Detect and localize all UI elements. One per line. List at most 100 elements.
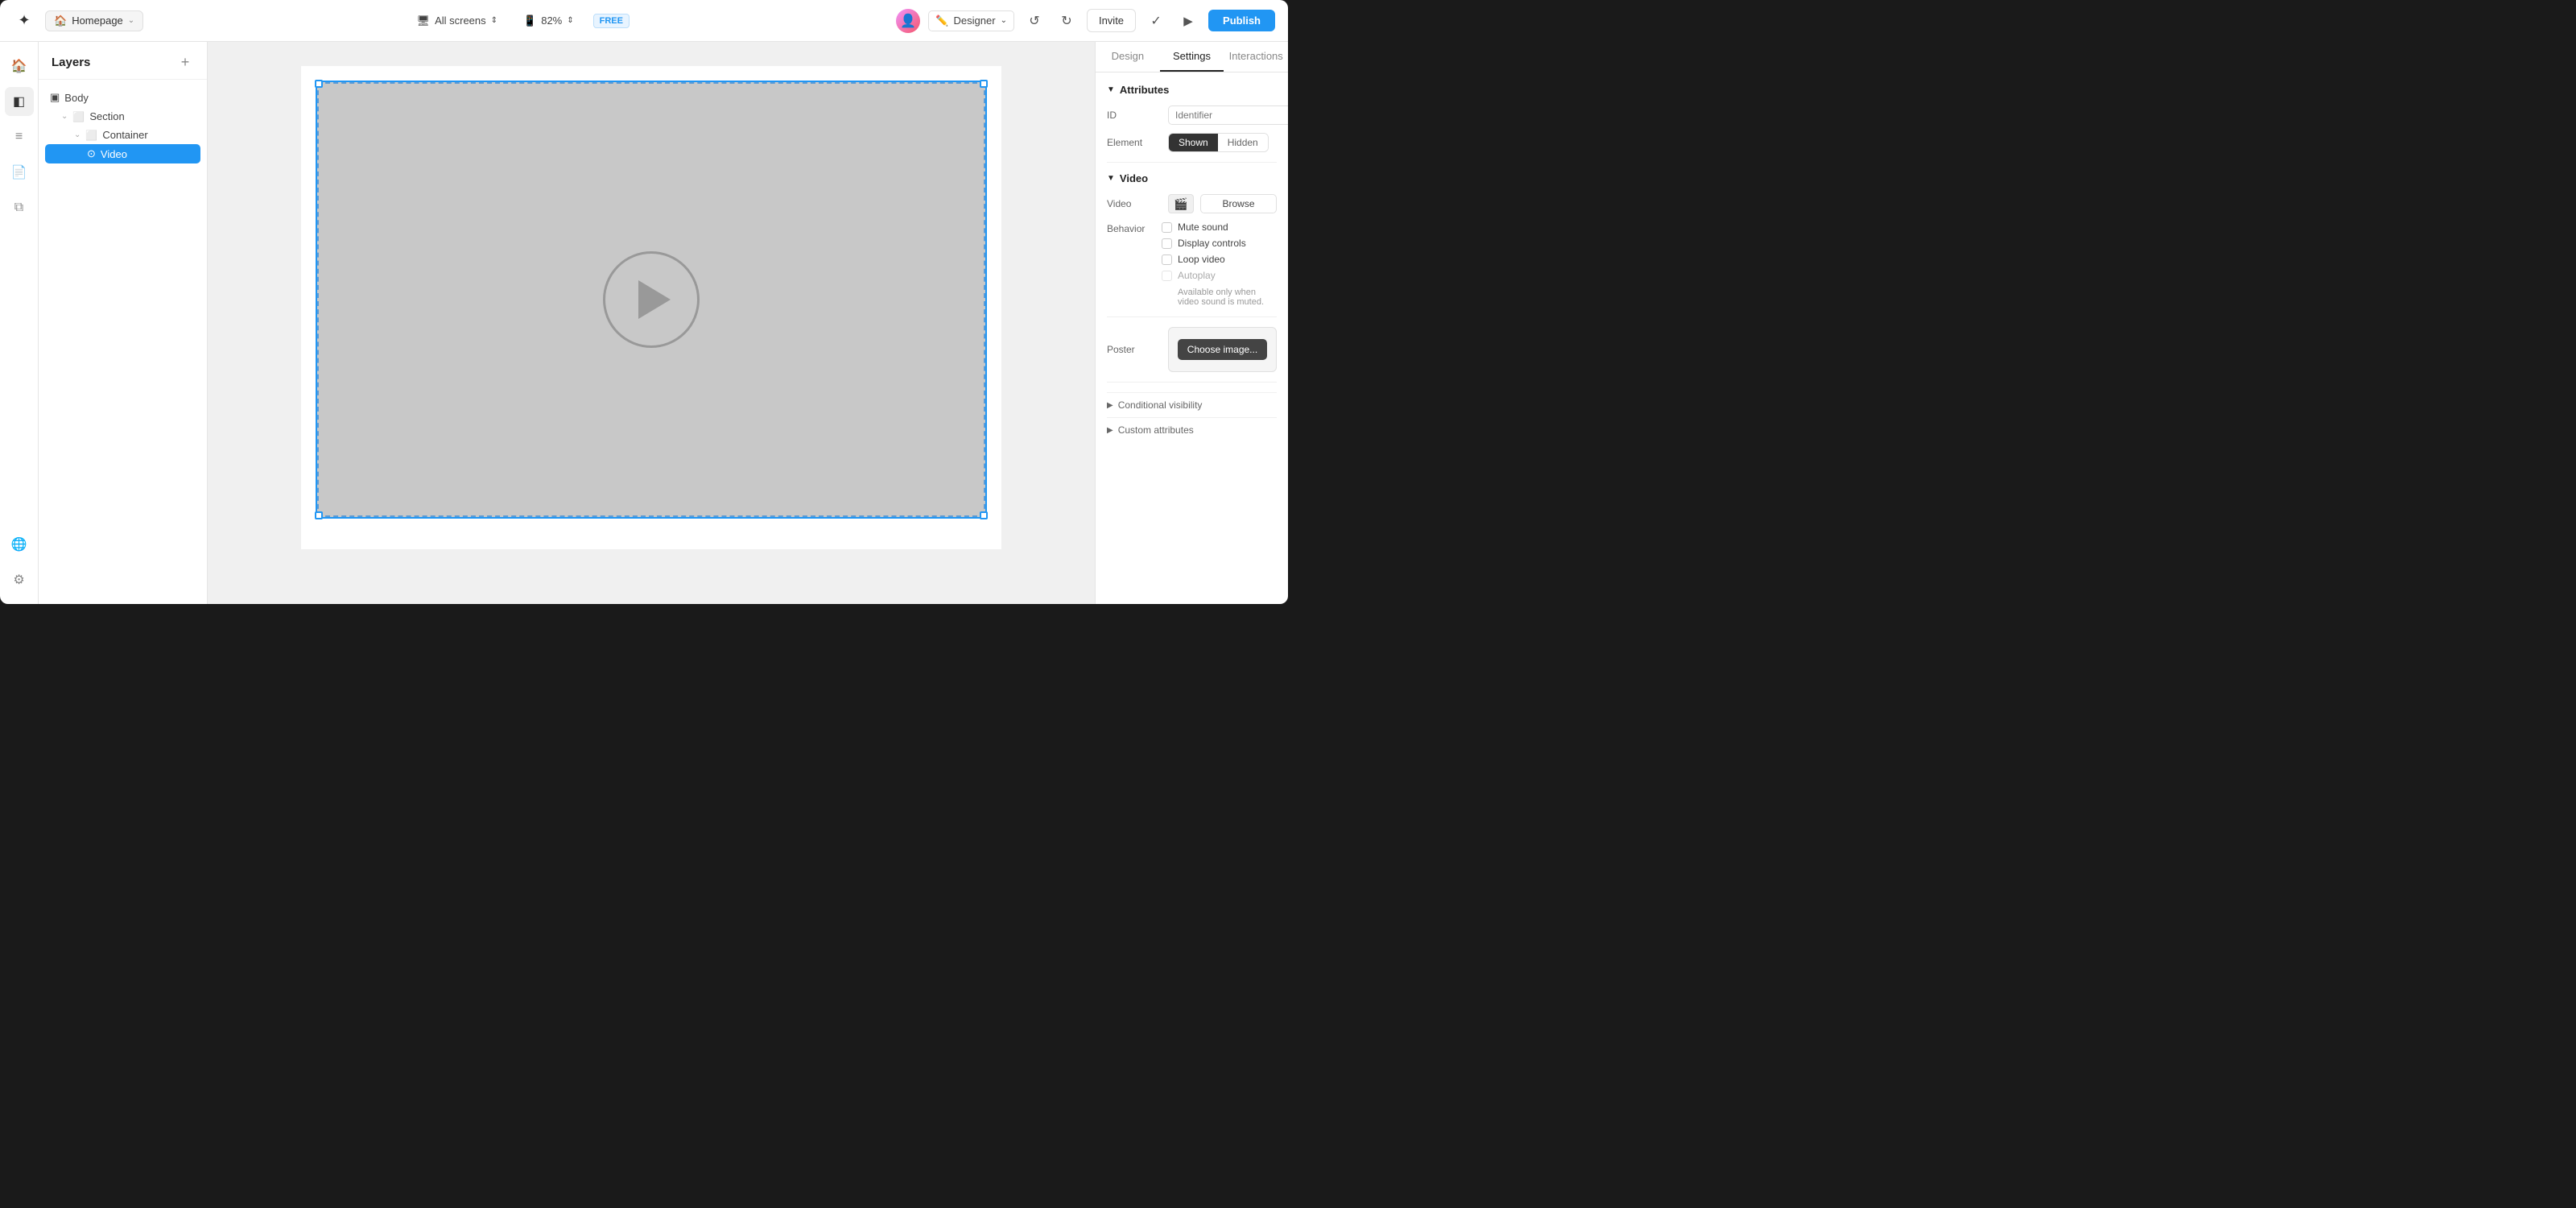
custom-attributes-section[interactable]: ▶ Custom attributes <box>1107 417 1277 442</box>
resize-handle-tr[interactable] <box>980 80 988 88</box>
choose-image-button[interactable]: Choose image... <box>1178 339 1267 360</box>
video-browse-row: Video 🎬 Browse <box>1107 194 1277 213</box>
autoplay-label: Autoplay <box>1178 270 1216 281</box>
zoom-label: 82% <box>541 14 562 27</box>
divider-2 <box>1107 316 1277 317</box>
browse-button[interactable]: Browse <box>1200 194 1277 213</box>
shown-toggle[interactable]: Shown <box>1169 134 1218 151</box>
free-badge: FREE <box>593 14 630 28</box>
tree-label-video: Video <box>101 148 127 160</box>
tree-item-video[interactable]: ⊙ Video <box>45 144 200 163</box>
loop-video-row: Loop video <box>1162 254 1277 265</box>
designer-label: Designer <box>954 14 996 27</box>
behavior-label: Behavior <box>1107 221 1162 234</box>
sidebar-item-global[interactable]: 🌐 <box>5 530 34 559</box>
tab-settings[interactable]: Settings <box>1160 42 1224 72</box>
loop-video-label: Loop video <box>1178 254 1225 265</box>
preview-play-button[interactable]: ▶ <box>1176 9 1200 33</box>
resize-handle-bl[interactable] <box>315 511 323 519</box>
canvas-area[interactable] <box>208 42 1095 604</box>
loop-video-checkbox[interactable] <box>1162 254 1172 265</box>
hidden-toggle[interactable]: Hidden <box>1218 134 1268 151</box>
sidebar-item-assets[interactable]: 📄 <box>5 158 34 187</box>
divider-1 <box>1107 162 1277 163</box>
add-layer-button[interactable]: + <box>176 53 194 71</box>
tree-item-container[interactable]: ⌄ ⬜ Container <box>45 126 200 144</box>
resize-handle-br[interactable] <box>980 511 988 519</box>
video-section-chevron-icon: ▼ <box>1107 174 1115 183</box>
mute-sound-label: Mute sound <box>1178 221 1228 233</box>
layers-tree: ▣ Body ⌄ ⬜ Section ⌄ ⬜ Container ⊙ Video <box>39 80 207 172</box>
caret-right-icon: ▶ <box>1107 426 1113 435</box>
topbar: ✦ 🏠 Homepage ⌄ 🖥 All screens ⇕ 📱 82% ⇕ F… <box>0 0 1288 42</box>
zoom-selector[interactable]: 📱 82% ⇕ <box>517 11 580 31</box>
sidebar-item-settings[interactable]: ⚙ <box>5 565 34 594</box>
tab-interactions[interactable]: Interactions <box>1224 42 1288 72</box>
layers-header: Layers + <box>39 42 207 80</box>
poster-label: Poster <box>1107 344 1162 355</box>
resize-handle-tl[interactable] <box>315 80 323 88</box>
screen-label: All screens <box>435 14 486 27</box>
element-label: Element <box>1107 137 1162 148</box>
divider-3 <box>1107 382 1277 383</box>
video-play-circle <box>603 251 700 348</box>
sidebar-item-home[interactable]: 🏠 <box>5 52 34 81</box>
poster-row: Poster Choose image... <box>1107 327 1277 372</box>
element-field-row: Element Shown Hidden <box>1107 133 1277 152</box>
video-layer-icon: ⊙ <box>87 147 96 160</box>
display-controls-checkbox[interactable] <box>1162 238 1172 249</box>
chevron-down-icon: ⌄ <box>128 16 134 25</box>
canvas-content <box>301 66 1001 533</box>
id-input[interactable] <box>1168 105 1288 125</box>
attributes-section-header[interactable]: ▼ Attributes <box>1107 84 1277 96</box>
invite-button[interactable]: Invite <box>1087 9 1136 32</box>
tree-item-section[interactable]: ⌄ ⬜ Section <box>45 107 200 126</box>
video-field-label: Video <box>1107 198 1162 209</box>
screen-selector[interactable]: 🖥 All screens ⇕ <box>411 11 504 31</box>
video-section-header[interactable]: ▼ Video <box>1107 172 1277 184</box>
conditional-visibility-label: Conditional visibility <box>1118 399 1203 411</box>
tree-item-body[interactable]: ▣ Body <box>45 88 200 107</box>
check-icon[interactable]: ✓ <box>1144 9 1168 33</box>
video-section-title: Video <box>1120 172 1148 184</box>
attributes-chevron-icon: ▼ <box>1107 85 1115 94</box>
app-logo-icon[interactable]: ✦ <box>13 10 35 32</box>
mute-sound-checkbox[interactable] <box>1162 222 1172 233</box>
publish-button[interactable]: Publish <box>1208 10 1275 31</box>
right-panel: Design Settings Interactions ▼ Attribute… <box>1095 42 1288 604</box>
conditional-visibility-section[interactable]: ▶ Conditional visibility <box>1107 392 1277 417</box>
video-element[interactable] <box>317 82 985 517</box>
sidebar-item-pages[interactable]: ≡ <box>5 122 34 151</box>
screen-caret-icon: ⇕ <box>491 16 497 25</box>
chevron-down-icon: ⌄ <box>1001 16 1007 25</box>
breadcrumb[interactable]: 🏠 Homepage ⌄ <box>45 10 143 31</box>
designer-icon: ✏️ <box>935 14 948 27</box>
body-icon: ▣ <box>50 91 60 104</box>
poster-area: Choose image... <box>1168 327 1277 372</box>
designer-selector[interactable]: ✏️ Designer ⌄ <box>928 10 1014 31</box>
right-panel-settings-content: ▼ Attributes ID Element Shown Hidden <box>1096 72 1288 453</box>
chevron-icon: ⌄ <box>74 130 80 139</box>
sidebar-item-layers[interactable]: ◧ <box>5 87 34 116</box>
sidebar-item-components[interactable]: ⧉ <box>5 193 34 222</box>
layers-panel: Layers + ▣ Body ⌄ ⬜ Section ⌄ ⬜ Containe… <box>39 42 208 604</box>
zoom-caret-icon: ⇕ <box>567 16 573 25</box>
section-icon: ⬜ <box>72 111 85 122</box>
app-frame: ✦ 🏠 Homepage ⌄ 🖥 All screens ⇕ 📱 82% ⇕ F… <box>0 0 1288 604</box>
tree-label-section: Section <box>89 110 124 122</box>
autoplay-row: Autoplay <box>1162 270 1277 281</box>
behavior-row: Behavior Mute sound Display controls <box>1107 221 1277 307</box>
behavior-checkboxes: Mute sound Display controls Loop video <box>1162 221 1277 307</box>
video-thumbnail-icon: 🎬 <box>1168 194 1194 213</box>
main-area: 🏠 ◧ ≡ 📄 ⧉ 🌐 ⚙ Layers + ▣ Body ⌄ <box>0 42 1288 604</box>
undo-button[interactable]: ↺ <box>1022 9 1046 33</box>
icon-bar: 🏠 ◧ ≡ 📄 ⧉ 🌐 ⚙ <box>0 42 39 604</box>
redo-button[interactable]: ↻ <box>1055 9 1079 33</box>
autoplay-checkbox[interactable] <box>1162 271 1172 281</box>
caret-right-icon: ▶ <box>1107 401 1113 410</box>
attributes-section-title: Attributes <box>1120 84 1169 96</box>
custom-attributes-label: Custom attributes <box>1118 424 1194 436</box>
tab-design[interactable]: Design <box>1096 42 1160 72</box>
display-controls-row: Display controls <box>1162 238 1277 249</box>
avatar[interactable]: 👤 <box>896 9 920 33</box>
